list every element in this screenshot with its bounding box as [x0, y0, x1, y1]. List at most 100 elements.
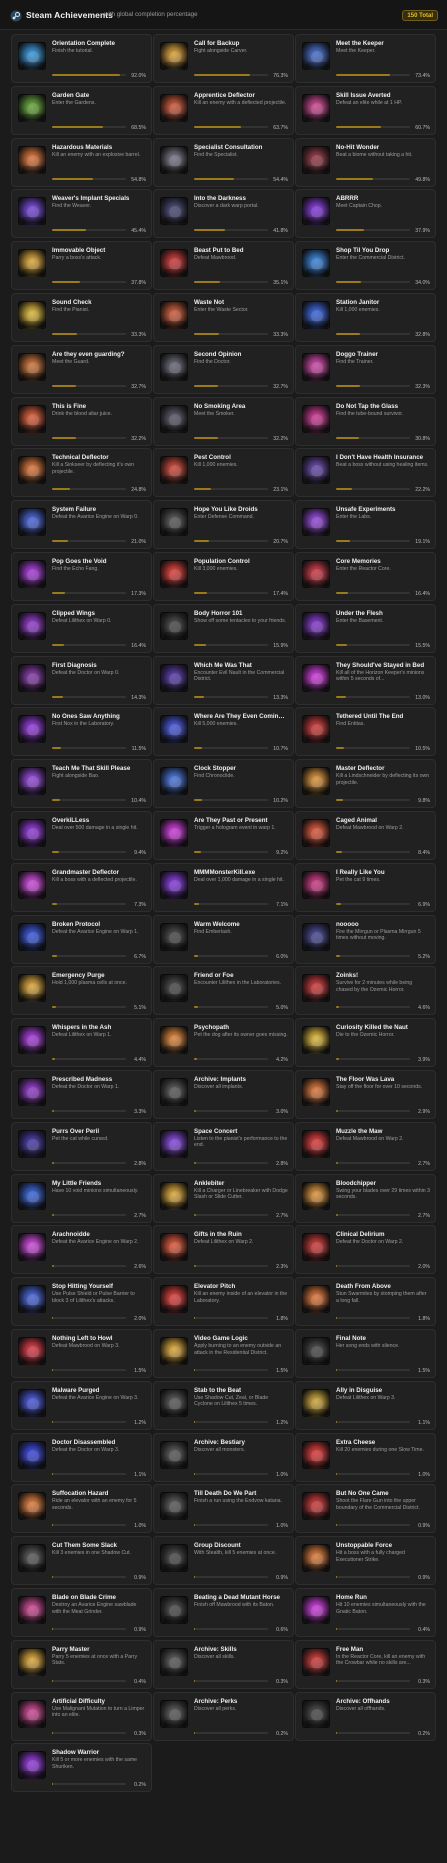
- achievement-card[interactable]: Archive: Skills Discover all skills. 0.3%: [153, 1639, 294, 1689]
- achievement-card[interactable]: Caged Animal Defeat Mawbrood on Warp 2. 8.…: [295, 811, 436, 860]
- achievement-card[interactable]: Where Are They Even Coming ... Kill 5,000…: [153, 707, 294, 757]
- achievement-card[interactable]: No-Hit Wonder Beat a biome without taking…: [295, 137, 436, 187]
- achievement-card[interactable]: Parry Master Parry 5 enemies at once with…: [11, 1639, 152, 1689]
- achievement-card[interactable]: Skill Issue Averted Defeat an elite while…: [295, 85, 436, 135]
- achievement-card[interactable]: Do Not Tap the Glass Find the tube-bound …: [295, 396, 436, 446]
- achievement-card[interactable]: Pest Control Kill 1,000 enemies. 23.1%: [153, 448, 294, 498]
- achievement-card[interactable]: Beating a Dead Mutant Horse Finish off Ma…: [153, 1588, 294, 1637]
- achievement-card[interactable]: Apprentice Deflector Kill an enemy with a…: [153, 85, 294, 135]
- achievement-card[interactable]: Home Run Hit 10 enemies simultaneously wi…: [295, 1588, 436, 1637]
- achievement-card[interactable]: System Failure Defeat the Avarice Engine …: [11, 500, 152, 550]
- achievement-card[interactable]: Clock Stopper Find Chronoclide. 10.2%: [153, 759, 294, 809]
- achievement-card[interactable]: Weaver's Implant Specials Find the Weaver…: [11, 189, 152, 239]
- achievement-card[interactable]: Grandmaster Deflector Kill a boss with a …: [11, 862, 152, 912]
- achievement-card[interactable]: No Ones Saw Anything First Nox in the Lab…: [11, 707, 152, 757]
- achievement-card[interactable]: Extra Cheese Kill 20 enemies during one S…: [295, 1432, 436, 1482]
- achievement-card[interactable]: Master Deflector Kill a Lindschneider by …: [295, 759, 436, 809]
- achievement-card[interactable]: Blade on Blade Crime Destroy an Avarice E…: [11, 1588, 152, 1637]
- achievement-card[interactable]: Technical Deflector Kill a Sinkseer by de…: [11, 448, 152, 498]
- achievement-card[interactable]: This is Fine Drink the blood altar juice.…: [11, 396, 152, 446]
- achievement-card[interactable]: Population Control Kill 3,000 enemies. 17.…: [153, 552, 294, 601]
- achievement-card[interactable]: Suffocation Hazard Ride an elevator with …: [11, 1484, 152, 1534]
- achievement-card[interactable]: Muzzle the Maw Defeat Mawbrood on Warp 2.…: [295, 1121, 436, 1171]
- achievement-card[interactable]: Specialist Consultation Find the Speciali…: [153, 137, 294, 187]
- achievement-card[interactable]: Archive: Bestiary Discover all monsters. 1…: [153, 1432, 294, 1482]
- achievement-card[interactable]: But No One Came Shoot the Flare Gun into …: [295, 1484, 436, 1534]
- achievement-card[interactable]: Waste Not Enter the Waste Sector. 33.3%: [153, 293, 294, 342]
- achievement-card[interactable]: Stop Hitting Yourself Use Pulse Shield or…: [11, 1277, 152, 1327]
- achievement-card[interactable]: Archive: Offhands Discover all offhands. 0…: [295, 1691, 436, 1741]
- achievement-card[interactable]: Which Me Was That Encounter Evil Nault in…: [153, 655, 294, 705]
- achievement-card[interactable]: Pop Goes the Void Find the Echo Fang. 17.3…: [11, 552, 152, 601]
- achievement-card[interactable]: Archive: Perks Discover all perks. 0.2%: [153, 1691, 294, 1741]
- achievement-card[interactable]: Anklebiter Kill a Charger or Linebreaker …: [153, 1173, 294, 1223]
- achievement-card[interactable]: Friend or Foe Encounter Lilithex in the L…: [153, 966, 294, 1016]
- achievement-card[interactable]: Station Janitor Kill 1,000 enemies. 32.8%: [295, 293, 436, 342]
- achievement-card[interactable]: Final Note Her song ends with silence. 1.5…: [295, 1329, 436, 1378]
- achievement-card[interactable]: Teach Me That Skill Please Fight alongsid…: [11, 759, 152, 809]
- achievement-card[interactable]: Nothing Left to Howl Defeat Mawbrood on W…: [11, 1329, 152, 1378]
- achievement-card[interactable]: Artificial Difficulty Use Malignant Mutat…: [11, 1691, 152, 1741]
- achievement-card[interactable]: Hazardous Materials Kill an enemy with an…: [11, 137, 152, 187]
- achievement-card[interactable]: Beast Put to Bed Defeat Mawbrood. 35.1%: [153, 241, 294, 291]
- achievement-card[interactable]: Space Concert Listen to the pianist's per…: [153, 1121, 294, 1171]
- achievement-card[interactable]: Video Game Logic Apply burning to an enem…: [153, 1329, 294, 1378]
- achievement-card[interactable]: They Should've Stayed in Bed Kill all of …: [295, 655, 436, 705]
- achievement-card[interactable]: Cut Them Some Slack Kill 3 enemies in one…: [11, 1536, 152, 1586]
- achievement-card[interactable]: Whispers in the Ash Defeat Lilithex on Wa…: [11, 1018, 152, 1068]
- achievement-card[interactable]: Ally in Disguise Defeat Lilithex on Warp …: [295, 1380, 436, 1430]
- achievement-card[interactable]: Tethered Until The End Find Entitas. 10.5%: [295, 707, 436, 757]
- achievement-card[interactable]: Stab to the Beat Use Shadow Cut, Zeal, or…: [153, 1380, 294, 1430]
- achievement-card[interactable]: Unstoppable Force Hit a boss with a fully…: [295, 1536, 436, 1586]
- achievement-card[interactable]: Doggo Trainer Find the Trainer. 32.3%: [295, 344, 436, 394]
- achievement-card[interactable]: Gifts in the Ruin Defeat Lilithex on Warp…: [153, 1225, 294, 1275]
- achievement-card[interactable]: The Floor Was Lava Stay off the floor for…: [295, 1070, 436, 1119]
- achievement-card[interactable]: Hope You Like Droids Enter Defense Comman…: [153, 500, 294, 550]
- achievement-card[interactable]: Are They Past or Present Trigger a hologr…: [153, 811, 294, 860]
- achievement-card[interactable]: Elevator Pitch Kill an enemy inside of an…: [153, 1277, 294, 1327]
- achievement-card[interactable]: Zoinks! Survive for 2 minutes while being…: [295, 966, 436, 1016]
- achievement-card[interactable]: ABRRR Meet Captain Chop. 37.9%: [295, 189, 436, 239]
- achievement-card[interactable]: Clipped Wings Defeat Lilithex on Warp 0. 1…: [11, 603, 152, 653]
- achievement-card[interactable]: I Don't Have Health Insurance Beat a boss…: [295, 448, 436, 498]
- achievement-card[interactable]: Group Discount With Stealth, kill 5 enemi…: [153, 1536, 294, 1586]
- achievement-card[interactable]: Psychopath Pet the dog after its owner go…: [153, 1018, 294, 1068]
- achievement-card[interactable]: MMMMonsterKill.exe Deal over 1,000 damage…: [153, 862, 294, 912]
- achievement-card[interactable]: Body Horror 101 Show off some tentacles t…: [153, 603, 294, 653]
- achievement-card[interactable]: Bloodchipper Swing your blades over 29 ti…: [295, 1173, 436, 1223]
- achievement-card[interactable]: Free Man In the Reactor Core, kill an ene…: [295, 1639, 436, 1689]
- achievement-card[interactable]: Arachnoidde Defeat the Avarice Engine on …: [11, 1225, 152, 1275]
- achievement-card[interactable]: Shadow Warrior Kill 5 or more enemies wit…: [11, 1743, 152, 1793]
- achievement-card[interactable]: Warm Welcome Find Emberlash. 6.0%: [153, 914, 294, 964]
- achievement-card[interactable]: Malware Purged Defeat the Avarice Engine …: [11, 1380, 152, 1430]
- achievement-card[interactable]: Immovable Object Parry a boss's attack. 37…: [11, 241, 152, 291]
- achievement-card[interactable]: Second Opinion Find the Doctor. 32.7%: [153, 344, 294, 394]
- achievement-card[interactable]: Sound Check Find the Pianist. 33.3%: [11, 293, 152, 342]
- achievement-card[interactable]: Into the Darkness Discover a dark warp po…: [153, 189, 294, 239]
- achievement-card[interactable]: Shop Til You Drop Enter the Commercial Di…: [295, 241, 436, 291]
- achievement-card[interactable]: Unsafe Experiments Enter the Labs. 19.1%: [295, 500, 436, 550]
- achievement-card[interactable]: Emergency Purge Hold 1,000 plasma cells a…: [11, 966, 152, 1016]
- achievement-card[interactable]: OverkiLLess Deal over 500 damage in a sin…: [11, 811, 152, 860]
- achievement-card[interactable]: Are they even guarding? Meet the Guard. 32…: [11, 344, 152, 394]
- achievement-card[interactable]: Orientation Complete Finish the tutorial.…: [11, 34, 152, 83]
- achievement-card[interactable]: First Diagnosis Defeat the Doctor on Warp…: [11, 655, 152, 705]
- achievement-card[interactable]: Garden Gate Enter the Gardens. 68.5%: [11, 85, 152, 135]
- achievement-card[interactable]: Meet the Keeper Meet the Keeper. 73.4%: [295, 34, 436, 83]
- achievement-card[interactable]: Purrs Over Peril Pet the cat while cursed…: [11, 1121, 152, 1171]
- achievement-card[interactable]: Clinical Delirium Defeat the Doctor on Wa…: [295, 1225, 436, 1275]
- achievement-card[interactable]: Curiosity Killed the Naut Die to the Ozem…: [295, 1018, 436, 1068]
- achievement-card[interactable]: Doctor Disassembled Defeat the Doctor on …: [11, 1432, 152, 1482]
- achievement-card[interactable]: Under the Flesh Enter the Basement. 15.5%: [295, 603, 436, 653]
- achievement-card[interactable]: No Smoking Area Meet the Smoker. 32.2%: [153, 396, 294, 446]
- achievement-card[interactable]: Call for Backup Fight alongside Carver. 76…: [153, 34, 294, 83]
- achievement-card[interactable]: Till Death Do We Part Finish a run using …: [153, 1484, 294, 1534]
- achievement-card[interactable]: I Really Like You Pet the cat 9 times. 6.9…: [295, 862, 436, 912]
- achievement-card[interactable]: Death From Above Stun Swarmites by stompi…: [295, 1277, 436, 1327]
- achievement-card[interactable]: nooooo Fire the Mirrgun or Plasma Mirrgun…: [295, 914, 436, 964]
- achievement-card[interactable]: Core Memories Enter the Reactor Core. 16.4…: [295, 552, 436, 601]
- achievement-card[interactable]: Archive: Implants Discover all implants. 3…: [153, 1070, 294, 1119]
- achievement-card[interactable]: Broken Protocol Defeat the Avarice Engine…: [11, 914, 152, 964]
- achievement-card[interactable]: My Little Friends Have 10 void minions si…: [11, 1173, 152, 1223]
- achievement-card[interactable]: Prescribed Madness Defeat the Doctor on W…: [11, 1070, 152, 1119]
